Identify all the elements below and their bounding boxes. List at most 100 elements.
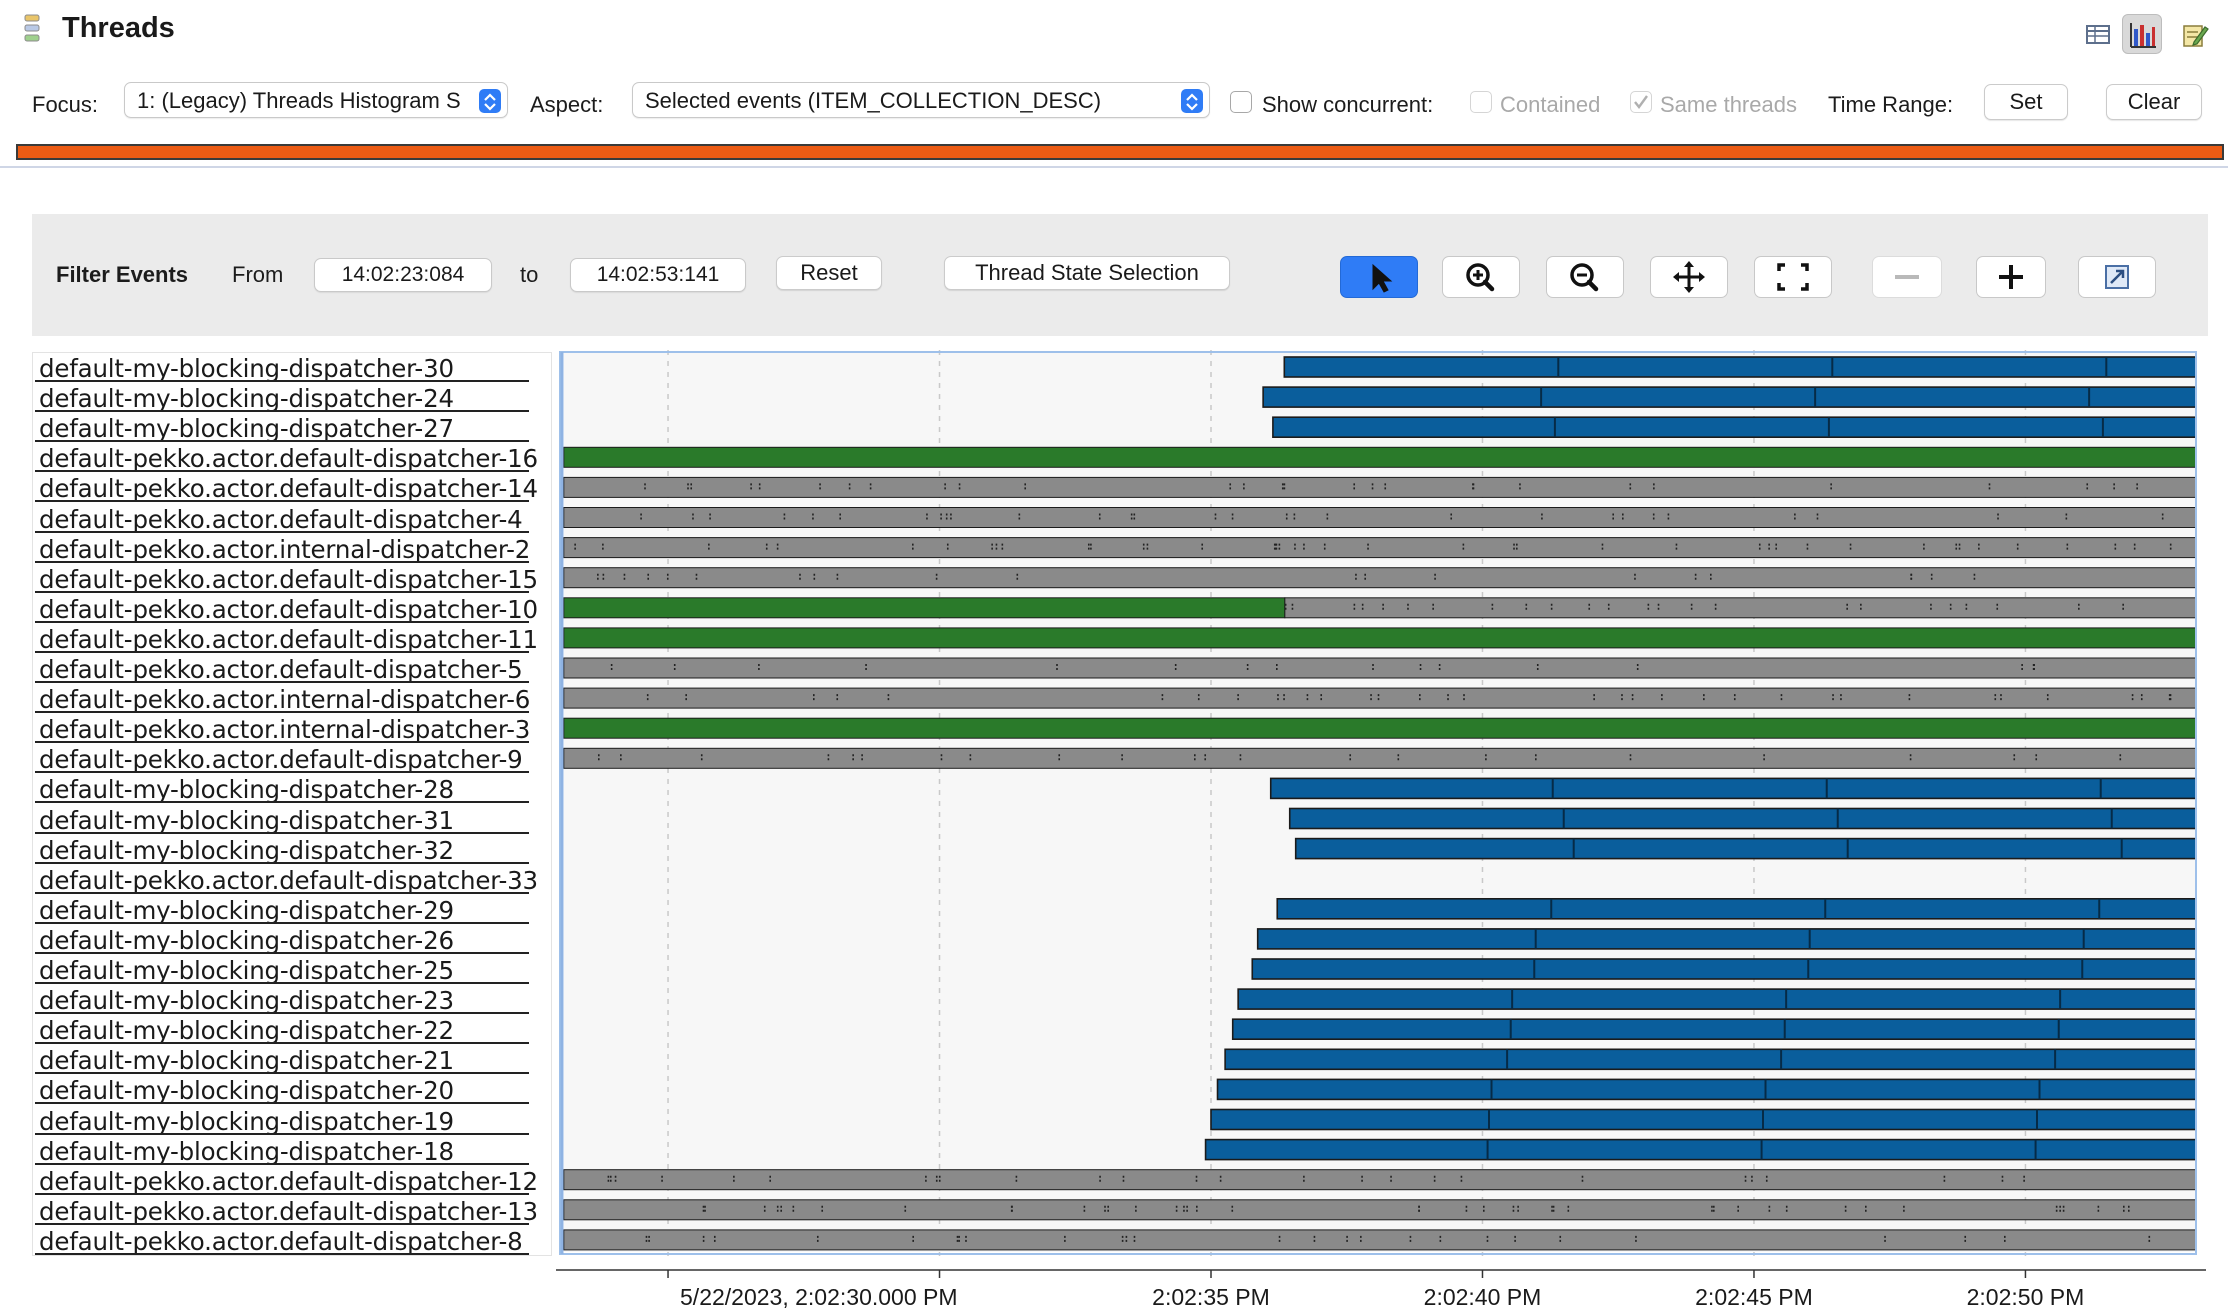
thread-bar-waiting[interactable] [563,1199,2197,1221]
thread-bar-blocked[interactable] [1262,386,2197,408]
thread-name-label[interactable]: default-pekko.actor.default-dispatcher-5 [39,655,523,684]
chart-view-button[interactable] [2122,14,2162,54]
thread-state-selection-button[interactable]: Thread State Selection [944,256,1230,290]
thread-bar-blocked[interactable] [1251,958,2197,980]
waiting-segment [563,747,2197,769]
thread-bar-blocked[interactable] [1210,1108,2197,1131]
thread-bar-blocked[interactable] [1256,928,2197,950]
thread-name-label[interactable]: default-my-blocking-dispatcher-30 [39,354,454,383]
zoom-out-button[interactable] [1546,256,1624,298]
thread-name-label[interactable]: default-my-blocking-dispatcher-26 [39,926,454,955]
thread-name-label[interactable]: default-pekko.actor.default-dispatcher-1… [39,625,538,654]
contained-checkbox[interactable] [1470,91,1492,113]
thread-bar-waiting[interactable] [563,747,2197,769]
to-time-input[interactable]: 14:02:53:141 [570,258,746,292]
thread-bar-blocked[interactable] [1237,988,2197,1010]
reset-button[interactable]: Reset [776,256,882,290]
thread-bar-running[interactable] [563,597,2197,619]
thread-name-label[interactable]: default-pekko.actor.internal-dispatcher-… [39,715,530,744]
thread-bar-waiting[interactable] [563,507,2197,528]
running-segment [563,597,1286,619]
thread-bar-running[interactable] [563,717,2197,739]
thread-bar-waiting[interactable] [563,537,2197,559]
expand-button[interactable] [1976,256,2046,298]
fit-screen-button[interactable] [1754,256,1832,298]
collapse-button[interactable] [1872,256,1942,298]
thread-name-label[interactable]: default-pekko.actor.default-dispatcher-1… [39,595,538,624]
thread-name-label[interactable]: default-my-blocking-dispatcher-31 [39,806,454,835]
thread-bar-running[interactable] [563,446,2197,468]
thread-bar-waiting[interactable] [563,567,2197,589]
thread-name-label[interactable]: default-my-blocking-dispatcher-24 [39,384,454,413]
thread-bar-waiting[interactable] [563,1169,2197,1191]
thread-name-underline [35,560,529,563]
thread-name-label[interactable]: default-my-blocking-dispatcher-23 [39,986,454,1015]
thread-name-label[interactable]: default-my-blocking-dispatcher-27 [39,414,454,443]
thread-bar-waiting[interactable] [563,657,2197,679]
thread-bar-blocked[interactable] [1204,1138,2197,1161]
same-threads-checkbox[interactable] [1630,91,1652,113]
blocked-segment [1288,807,2197,830]
zoom-in-button[interactable] [1442,256,1520,298]
waiting-segment [563,1199,2197,1221]
set-button[interactable]: Set [1984,84,2068,120]
thread-bar-blocked[interactable] [1276,897,2197,920]
thread-name-label[interactable]: default-pekko.actor.default-dispatcher-1… [39,1167,538,1196]
to-label: to [520,262,539,287]
thread-name-label[interactable]: default-my-blocking-dispatcher-22 [39,1016,454,1045]
thread-bar-blocked[interactable] [1272,416,2197,438]
aspect-select-value: Selected events (ITEM_COLLECTION_DESC) [645,88,1102,113]
thread-name-label[interactable]: default-pekko.actor.default-dispatcher-1… [39,565,538,594]
thread-name-label[interactable]: default-my-blocking-dispatcher-28 [39,775,454,804]
thread-name-underline [35,741,529,744]
thread-name-underline [35,861,529,864]
thread-name-label[interactable]: default-my-blocking-dispatcher-32 [39,836,454,865]
thread-name-label[interactable]: default-pekko.actor.default-dispatcher-3… [39,866,538,895]
blocked-segment [1294,837,2197,860]
thread-name-label[interactable]: default-my-blocking-dispatcher-18 [39,1137,454,1166]
thread-name-label[interactable]: default-pekko.actor.default-dispatcher-4 [39,505,523,534]
thread-name-label[interactable]: default-my-blocking-dispatcher-25 [39,956,454,985]
pan-button[interactable] [1650,256,1728,298]
pan-move-icon [1673,261,1705,293]
time-tick-label: 2:02:40 PM [1423,1284,1542,1310]
blocked-segment [1283,356,2197,378]
thread-bar-blocked[interactable] [1224,1048,2197,1071]
thread-bar-waiting[interactable] [563,476,2197,498]
same-threads-label: Same threads [1660,92,1797,117]
thread-bar-blocked[interactable] [1294,837,2197,860]
thread-name-underline [35,440,529,443]
clear-button[interactable]: Clear [2106,84,2202,120]
thread-timeline-chart[interactable] [556,350,2206,1262]
thread-name-label[interactable]: default-pekko.actor.internal-dispatcher-… [39,535,530,564]
thread-bar-waiting[interactable] [563,1229,2197,1251]
table-view-button[interactable] [2078,14,2118,54]
export-button[interactable] [2078,256,2156,298]
thread-bar-blocked[interactable] [1283,356,2197,378]
thread-name-label[interactable]: default-my-blocking-dispatcher-21 [39,1046,454,1075]
thread-name-label[interactable]: default-pekko.actor.default-dispatcher-8 [39,1227,523,1256]
thread-name-label[interactable]: default-pekko.actor.default-dispatcher-1… [39,444,538,473]
from-time-input[interactable]: 14:02:23:084 [314,258,492,292]
waiting-segment [563,476,2197,498]
thread-name-label[interactable]: default-my-blocking-dispatcher-19 [39,1107,454,1136]
thread-bar-blocked[interactable] [1269,777,2197,800]
thread-name-label[interactable]: default-pekko.actor.default-dispatcher-9 [39,745,523,774]
focus-select-stepper-icon [479,89,501,113]
show-concurrent-checkbox[interactable] [1230,91,1252,113]
thread-name-label[interactable]: default-pekko.actor.default-dispatcher-1… [39,1197,538,1226]
focus-select[interactable]: 1: (Legacy) Threads Histogram S [124,82,508,118]
thread-name-label[interactable]: default-my-blocking-dispatcher-20 [39,1076,454,1105]
edit-button[interactable] [2174,14,2214,54]
thread-name-label[interactable]: default-pekko.actor.default-dispatcher-1… [39,474,538,503]
select-tool-button[interactable] [1340,256,1418,298]
thread-bar-blocked[interactable] [1288,807,2197,830]
focus-label: Focus: [32,92,99,117]
thread-bar-running[interactable] [563,627,2197,649]
thread-name-label[interactable]: default-pekko.actor.internal-dispatcher-… [39,685,530,714]
aspect-select[interactable]: Selected events (ITEM_COLLECTION_DESC) [632,82,1210,118]
thread-bar-blocked[interactable] [1231,1018,2197,1041]
thread-name-label[interactable]: default-my-blocking-dispatcher-29 [39,896,454,925]
thread-bar-blocked[interactable] [1216,1078,2197,1101]
thread-bar-waiting[interactable] [563,687,2197,709]
